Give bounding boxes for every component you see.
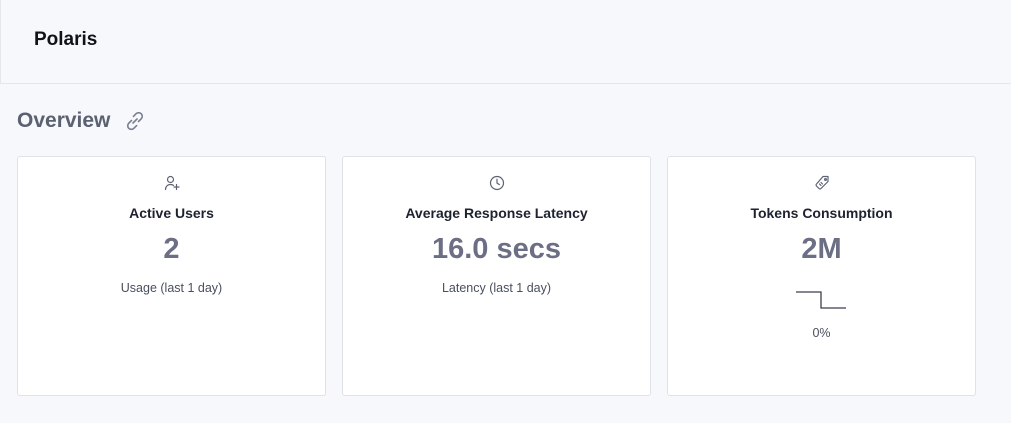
top-bar: Polaris [0, 0, 1011, 84]
card-value: 2M [801, 233, 842, 265]
card-subtitle: Latency (last 1 day) [441, 281, 552, 295]
card-title: Active Users [129, 205, 214, 221]
sparkline-line [796, 291, 846, 309]
clock-icon [488, 174, 506, 192]
card-title: Tokens Consumption [750, 205, 893, 221]
section-title: Overview [17, 109, 111, 132]
card-subtitle: Usage (last 1 day) [120, 281, 223, 295]
tokens-card: Tokens Consumption 2M 0% [667, 156, 976, 396]
link-icon[interactable] [122, 108, 148, 134]
active-users-card: Active Users 2 Usage (last 1 day) [17, 156, 326, 396]
tag-icon [813, 174, 831, 192]
card-title: Average Response Latency [405, 205, 588, 221]
sparkline [796, 291, 846, 309]
card-value: 16.0 secs [431, 233, 561, 265]
change-percent: 0% [812, 326, 831, 340]
card-value: 2 [163, 233, 180, 265]
user-plus-icon [163, 174, 181, 192]
app-title: Polaris [34, 29, 98, 50]
latency-card: Average Response Latency 16.0 secs Laten… [342, 156, 651, 396]
section-header: Overview [17, 106, 148, 136]
